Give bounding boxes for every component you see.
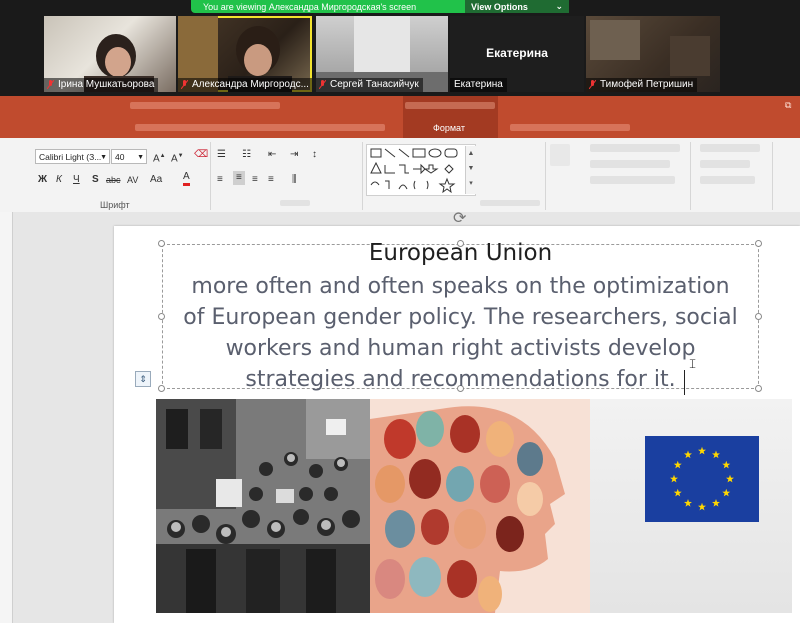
participant-name: Тимофей Петришин — [586, 78, 698, 92]
clear-formatting-icon[interactable]: ⌫ — [194, 148, 208, 162]
mic-muted-icon — [181, 80, 188, 89]
body-line: strategies and recommendations for it. — [245, 367, 676, 392]
participant-center-name: Екатерина — [486, 46, 548, 60]
underline-button[interactable]: Ч — [73, 173, 80, 187]
blurred-label — [280, 200, 310, 206]
diversity-heads-illustration — [370, 399, 590, 613]
align-right-icon[interactable]: ≡ — [252, 173, 258, 187]
body-line: of European gender policy. The researche… — [183, 305, 738, 330]
rotate-handle-icon[interactable]: ⟳ — [453, 208, 466, 228]
blurred-quick-styles — [590, 144, 680, 152]
justify-icon[interactable]: ≡ — [268, 173, 274, 187]
slide-body-text[interactable]: more often and often speaks on the optim… — [162, 271, 759, 395]
character-spacing-button[interactable]: AV — [127, 173, 138, 187]
participant-name: Сергей Танасийчук — [316, 78, 423, 92]
blurred-tabs — [510, 124, 630, 131]
participant-tile[interactable]: Екатерина Екатерина — [450, 16, 584, 92]
font-name-combo[interactable]: Calibri Light (З... ▼ — [35, 149, 110, 164]
participant-tile[interactable]: Сергей Танасийчук — [316, 16, 448, 92]
chevron-down-icon: ▼ — [100, 154, 107, 161]
shapes-gallery[interactable] — [366, 144, 476, 196]
align-center-icon[interactable]: ≡ — [233, 171, 245, 185]
view-options-button[interactable]: View Options ⌄ — [465, 0, 569, 13]
tab-format[interactable]: Формат — [433, 123, 465, 133]
view-options-label: View Options — [471, 1, 528, 12]
group-separator — [545, 142, 546, 210]
layout-options-icon[interactable]: ⇕ — [135, 371, 151, 387]
blurred-arrange — [550, 144, 570, 166]
eu-flag — [645, 436, 759, 522]
blurred-editing — [700, 160, 750, 168]
bullets-icon[interactable]: ☰ — [217, 148, 226, 162]
numbering-icon[interactable]: ☷ — [242, 148, 251, 162]
font-size-combo[interactable]: 40 ▼ — [111, 149, 147, 164]
decrease-indent-icon[interactable]: ⇤ — [268, 148, 276, 162]
slide-thumbnail-pane[interactable] — [0, 212, 13, 623]
screen-share-banner: You are viewing Александра Миргородская'… — [191, 0, 569, 13]
chevron-down-icon: ⌄ — [555, 1, 563, 11]
shapes-gallery-scroll[interactable]: ▲ ▼ ▾ — [465, 146, 476, 194]
blurred-label — [480, 200, 540, 206]
font-color-button[interactable]: A — [183, 171, 190, 186]
participant-name: Александра Миргородс... — [178, 78, 312, 92]
bold-button[interactable]: Ж — [38, 173, 47, 187]
blurred-editing — [700, 176, 755, 184]
group-separator — [772, 142, 773, 210]
blurred-title — [405, 102, 495, 109]
grow-font-button[interactable]: A▲ — [153, 149, 166, 166]
mic-muted-icon — [589, 80, 596, 89]
shadow-button[interactable]: S — [92, 173, 99, 187]
body-line: workers and human right activists develo… — [225, 336, 696, 361]
blurred-editing — [700, 144, 760, 152]
window-restore-icon[interactable]: ⧉ — [785, 100, 791, 111]
participant-tile-active-speaker[interactable]: Александра Миргородс... — [178, 16, 312, 92]
text-cursor — [684, 370, 685, 395]
blurred-quick-styles — [590, 176, 675, 184]
body-line: more often and often speaks on the optim… — [191, 274, 730, 299]
group-separator — [690, 142, 691, 210]
participant-name: Екатерина — [450, 78, 507, 92]
align-left-icon[interactable]: ≡ — [217, 173, 223, 187]
participant-tile[interactable]: Ірина Мушкатьорова — [44, 16, 176, 92]
increase-indent-icon[interactable]: ⇥ — [290, 148, 298, 162]
participant-tile[interactable]: Тимофей Петришин — [586, 16, 720, 92]
group-separator — [210, 142, 211, 210]
italic-button[interactable]: К — [56, 173, 62, 187]
chevron-down-icon: ▼ — [137, 154, 144, 161]
blurred-tabs — [135, 124, 385, 131]
blurred-quick-styles — [590, 160, 670, 168]
participant-name: Ірина Мушкатьорова — [44, 78, 159, 92]
blurred-title — [130, 102, 280, 109]
shrink-font-button[interactable]: A▼ — [171, 149, 184, 166]
change-case-button[interactable]: Aa — [150, 173, 162, 187]
slide-title[interactable]: European Union — [162, 240, 759, 266]
line-spacing-icon[interactable]: ↕ — [312, 148, 317, 162]
ribbon-title-area: Формат ⧉ — [0, 96, 800, 138]
protest-photo — [156, 399, 370, 613]
group-separator — [362, 142, 363, 210]
font-group-label: Шрифт — [100, 200, 130, 210]
mic-muted-icon — [47, 80, 54, 89]
mic-muted-icon — [319, 80, 326, 89]
share-banner-text: You are viewing Александра Миргородская'… — [203, 1, 417, 12]
columns-icon[interactable]: ⫼ — [292, 173, 297, 187]
ibeam-cursor-icon: 𝙸 — [688, 356, 698, 371]
strikethrough-button[interactable]: abc — [106, 173, 121, 187]
